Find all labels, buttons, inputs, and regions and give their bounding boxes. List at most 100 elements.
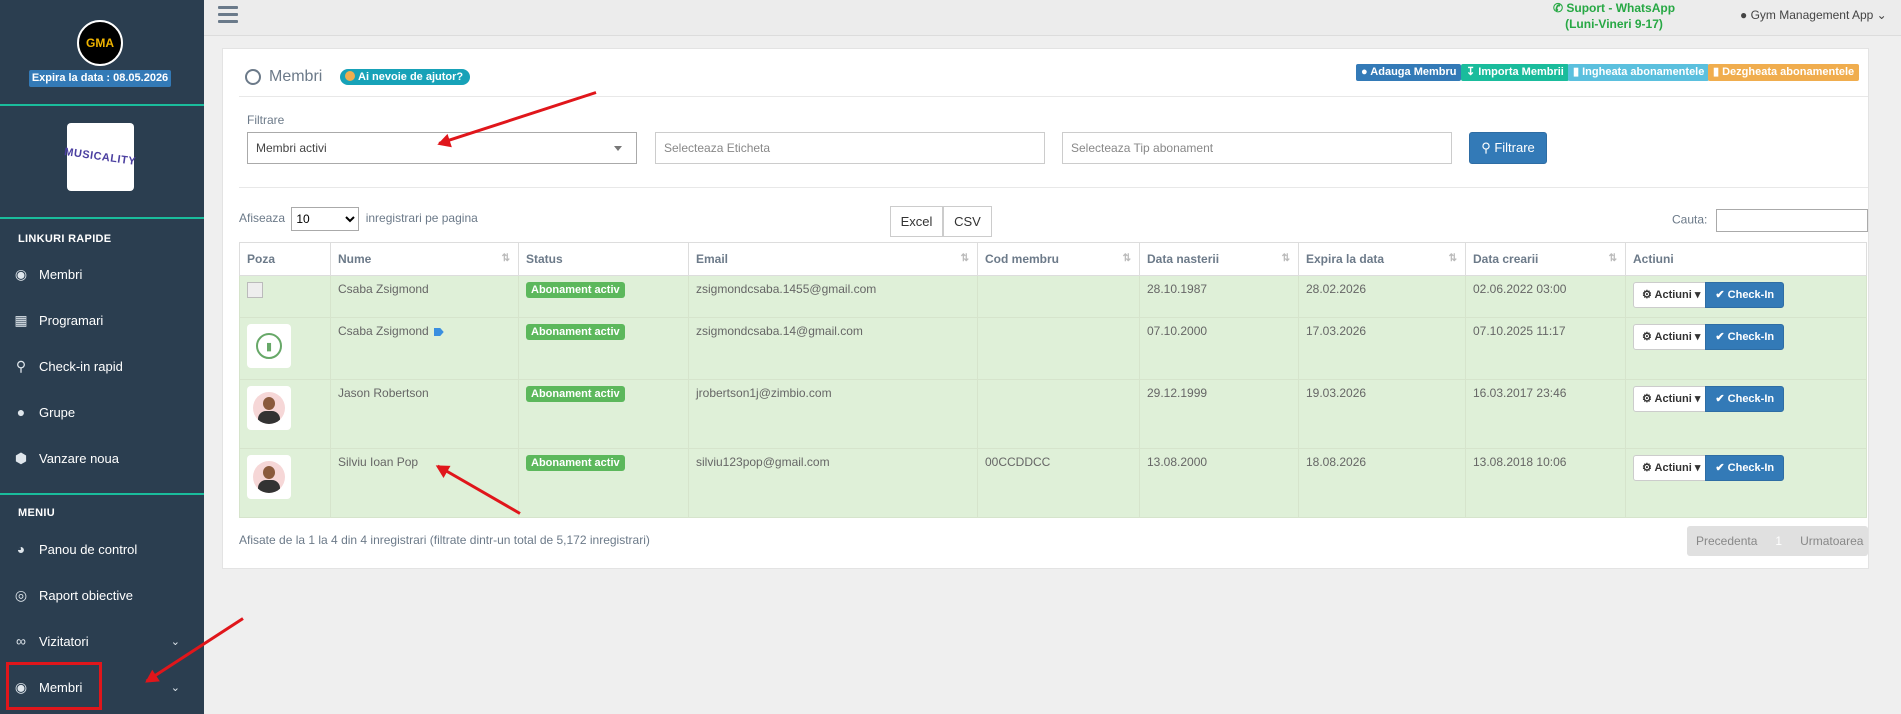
- status-badge: Abonament activ: [526, 282, 625, 298]
- check-in-button[interactable]: ✔ Check-In: [1705, 455, 1785, 481]
- freeze-subscriptions-button[interactable]: ▮ Ingheata abonamentele: [1568, 64, 1710, 81]
- divider: [0, 217, 204, 219]
- search-icon: ⚲: [1481, 140, 1495, 155]
- table-row[interactable]: Jason Robertson Abonament activ jroberts…: [239, 379, 1867, 449]
- thermometer-icon: ▮: [1573, 66, 1583, 78]
- column-header[interactable]: Nume ⇅: [330, 242, 519, 276]
- divider: [0, 104, 204, 106]
- sort-icon: ⇅: [1448, 253, 1457, 264]
- table-row[interactable]: Csaba Zsigmond Abonament activ zsigmondc…: [239, 275, 1867, 318]
- subscription-type-filter-select[interactable]: Selecteaza Tip abonament: [1062, 132, 1452, 164]
- actions-dropdown-button[interactable]: ⚙ Actiuni ▾: [1633, 455, 1710, 481]
- sort-icon: ⇅: [1122, 253, 1131, 264]
- status-badge: Abonament activ: [526, 386, 625, 402]
- check-in-button[interactable]: ✔ Check-In: [1705, 282, 1785, 308]
- help-badge[interactable]: Ai nevoie de ajutor?: [340, 69, 471, 85]
- csv-export-button[interactable]: CSV: [943, 206, 992, 237]
- column-header[interactable]: Data crearii ⇅: [1465, 242, 1626, 276]
- column-header[interactable]: Email ⇅: [688, 242, 978, 276]
- tag-icon: [433, 328, 444, 336]
- check-icon: ✔: [1715, 462, 1728, 474]
- add-member-button[interactable]: ● Adauga Membru: [1356, 64, 1462, 81]
- check-icon: ✔: [1715, 393, 1728, 405]
- import-members-button[interactable]: ↧ Importa Membrii: [1461, 64, 1569, 81]
- tag-filter-select[interactable]: Selecteaza Eticheta: [655, 132, 1045, 164]
- column-header[interactable]: Cod membru ⇅: [977, 242, 1140, 276]
- column-header[interactable]: Expira la data ⇅: [1298, 242, 1466, 276]
- user-menu[interactable]: ● Gym Management App ⌄: [1740, 8, 1887, 22]
- divider: [239, 96, 1868, 97]
- users-icon: ●: [16, 404, 26, 420]
- person-avatar-icon: [253, 392, 285, 424]
- pagination: Precedenta 1 Urmatoarea: [1687, 526, 1868, 556]
- member-placeholder-icon: ▮: [256, 333, 282, 359]
- support-whatsapp-link[interactable]: ✆ Suport - WhatsApp (Luni-Vineri 9-17): [1544, 0, 1684, 32]
- column-header[interactable]: Status: [518, 242, 689, 276]
- highlight-box: [6, 662, 102, 710]
- actions-dropdown-button[interactable]: ⚙ Actiuni ▾: [1633, 324, 1710, 350]
- avatar: [247, 455, 291, 499]
- target-icon: ◎: [14, 586, 28, 603]
- user-plus-icon: ●: [1361, 66, 1371, 78]
- search-input[interactable]: [1715, 209, 1868, 232]
- chevron-down-icon: ⌄: [1876, 8, 1887, 22]
- filter-button[interactable]: ⚲ Filtrare: [1469, 132, 1547, 164]
- user-circle-icon: [245, 69, 261, 85]
- column-header[interactable]: Poza: [239, 242, 331, 276]
- page-title: Membri: [245, 68, 322, 86]
- avatar: [247, 386, 291, 430]
- sort-icon: ⇅: [1281, 253, 1290, 264]
- user-icon: ●: [1740, 8, 1748, 22]
- excel-export-button[interactable]: Excel: [890, 206, 943, 237]
- sidebar-item-programari[interactable]: ▦ Programari: [12, 305, 192, 335]
- binoculars-icon: ∞: [16, 633, 26, 649]
- sidebar-item-vizitatori[interactable]: ∞ Vizitatori ⌄: [12, 626, 192, 656]
- check-in-button[interactable]: ✔ Check-In: [1705, 386, 1785, 412]
- members-panel: Membri Ai nevoie de ajutor? ● Adauga Mem…: [222, 48, 1869, 569]
- user-circle-icon: ◉: [14, 265, 28, 282]
- person-avatar-icon: [253, 461, 285, 493]
- hamburger-menu-icon[interactable]: [218, 6, 238, 24]
- sidebar-item-panou-de-control[interactable]: ◕ Panou de control: [12, 534, 192, 564]
- gear-icon: ⚙: [1642, 462, 1655, 474]
- map-pin-icon: ⚲: [15, 357, 27, 374]
- gym-logo: MUSICALITY: [64, 123, 137, 191]
- status-badge: Abonament activ: [526, 455, 625, 471]
- search-control: Cauta:: [1672, 209, 1868, 232]
- thermometer-icon: ▮: [1713, 66, 1723, 78]
- records-info: Afisate de la 1 la 4 din 4 inregistrari …: [239, 533, 650, 547]
- filter-label: Filtrare: [247, 113, 285, 127]
- pager-page[interactable]: 1: [1766, 534, 1791, 548]
- info-icon: [345, 71, 355, 81]
- table-row[interactable]: Silviu Ioan Pop Abonament activ silviu12…: [239, 448, 1867, 518]
- unfreeze-subscriptions-button[interactable]: ▮ Dezgheata abonamentele: [1708, 64, 1860, 81]
- sidebar-item-vanzare-noua[interactable]: ⬢ Vanzare noua: [12, 443, 192, 473]
- gear-icon: ⚙: [1642, 289, 1655, 301]
- pager-prev[interactable]: Precedenta: [1687, 534, 1766, 548]
- divider: [239, 187, 1868, 188]
- expiry-badge: Expira la data : 08.05.2026: [29, 70, 171, 87]
- check-in-button[interactable]: ✔ Check-In: [1705, 324, 1785, 350]
- sidebar-item-checkin-rapid[interactable]: ⚲ Check-in rapid: [12, 351, 192, 381]
- column-header[interactable]: Data nasterii ⇅: [1139, 242, 1299, 276]
- sidebar-item-membri[interactable]: ◉ Membri: [12, 259, 192, 289]
- actions-dropdown-button[interactable]: ⚙ Actiuni ▾: [1633, 282, 1710, 308]
- column-header: Actiuni: [1625, 242, 1867, 276]
- dashboard-icon: ◕: [16, 541, 26, 557]
- broken-image-icon: [247, 282, 263, 298]
- topbar: ✆ Suport - WhatsApp (Luni-Vineri 9-17) ●…: [204, 0, 1901, 36]
- gear-icon: ⚙: [1642, 331, 1655, 343]
- page-size-select[interactable]: 10: [291, 207, 360, 231]
- sidebar: GMA Expira la data : 08.05.2026 MUSICALI…: [0, 0, 204, 714]
- divider: [0, 493, 204, 495]
- sidebar-item-grupe[interactable]: ● Grupe: [12, 397, 192, 427]
- actions-dropdown-button[interactable]: ⚙ Actiuni ▾: [1633, 386, 1710, 412]
- gear-icon: ⚙: [1642, 393, 1655, 405]
- table-row[interactable]: ▮ Csaba Zsigmond Abonament activ zsigmon…: [239, 317, 1867, 380]
- sidebar-item-raport-obiective[interactable]: ◎ Raport obiective: [12, 580, 192, 610]
- chevron-down-icon: [614, 146, 622, 151]
- app-logo[interactable]: GMA: [77, 20, 123, 66]
- sort-icon: ⇅: [1608, 253, 1617, 264]
- check-icon: ✔: [1715, 331, 1728, 343]
- pager-next[interactable]: Urmatoarea: [1791, 534, 1872, 548]
